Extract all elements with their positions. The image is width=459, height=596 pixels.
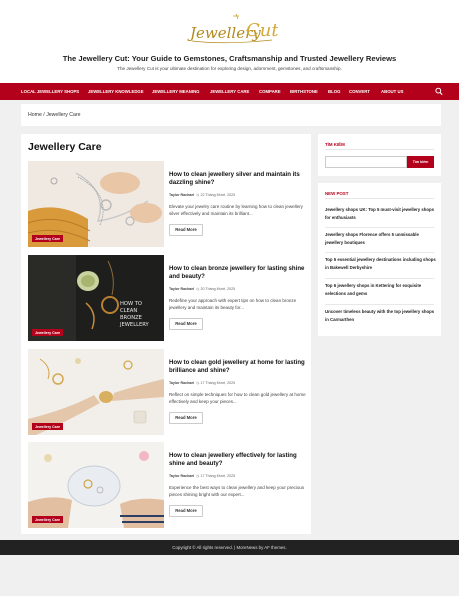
post-card: Jewellery Care How to clean gold jewelle… [28,349,306,437]
recent-post-link[interactable]: Top 5 essential jewellery destinations i… [325,256,437,272]
post-meta: Taylor Rachael ◷ 20 Tháng Mười, 2025 [169,287,235,291]
main-navigation: LOCAL JEWELLERY SHOPS JEWELLERY KNOWLEDG… [0,83,459,100]
post-author[interactable]: Taylor Rachael [169,193,194,197]
site-footer: Copyright © All rights reserved. | MoreN… [0,540,459,555]
nav-item-jewellery-meaning[interactable]: JEWELLERY MEANING [152,83,200,100]
read-more-button[interactable]: Read More [169,412,203,424]
post-title[interactable]: How to clean bronze jewellery for lastin… [169,265,309,281]
recent-post-link[interactable]: Jewellery shops UK: Top 5 must-visit jew… [325,206,437,222]
post-author[interactable]: Taylor Rachael [169,287,194,291]
post-meta: Taylor Rachael ◷ 17 Tháng Mười, 2025 [169,474,235,478]
post-thumbnail[interactable]: HOW TO CLEAN BRONZE JEWELLERY Jewellery … [28,255,164,341]
read-more-button[interactable]: Read More [169,224,203,236]
recent-post-link[interactable]: Uncover timeless beauty with the top jew… [325,308,437,324]
recent-post-link[interactable]: Top 6 jewellery shops in Kettering for e… [325,282,437,298]
category-archive: Jewellery Care Jewellery Care How to cle… [21,134,311,534]
nav-item-birthstone[interactable]: BIRTHSTONE [290,83,318,100]
breadcrumb-home-link[interactable]: Home [28,112,42,118]
post-excerpt: Elevate your jewelry care routine by lea… [169,204,303,217]
category-badge[interactable]: Jewellery Care [32,516,64,523]
category-badge[interactable]: Jewellery Care [32,423,64,430]
nav-item-jewellery-care[interactable]: JEWELLERY CARE [210,83,249,100]
post-date: 22 Tháng Mười, 2025 [200,193,236,197]
search-widget-title: TÌM KIẾM [325,142,345,147]
footer-copyright: Copyright © All rights reserved. | MoreN… [172,545,287,550]
recent-divider [325,227,434,228]
nav-item-about-us[interactable]: ABOUT US [381,83,403,100]
breadcrumb-separator: / [43,112,45,118]
post-card: Jewellery Care How to clean jewellery si… [28,161,304,249]
nav-item-blog[interactable]: BLOG [328,83,340,100]
post-date: 17 Tháng Mười, 2025 [200,381,236,385]
new-post-widget: NEW POST Jewellery shops UK: Top 5 must-… [318,183,441,336]
nav-item-compare[interactable]: COMPARE [259,83,281,100]
search-icon[interactable] [435,87,443,96]
svg-text:Cut: Cut [246,20,278,41]
post-meta: Taylor Rachael ◷ 22 Tháng Mười, 2025 [169,193,235,197]
recent-divider [325,252,434,253]
image-caption: HOW TO [120,301,142,307]
post-card: HOW TO CLEAN BRONZE JEWELLERY Jewellery … [28,255,304,343]
category-badge[interactable]: Jewellery Care [32,235,64,242]
nav-item-convert[interactable]: CONVERT [349,83,370,100]
post-excerpt: Redefine your approach with expert tips … [169,298,297,311]
post-card: Jewellery Care How to clean jewellery ef… [28,442,304,530]
post-excerpt: Reflect on simple techniques for how to … [169,392,306,405]
widget-divider [325,149,434,150]
post-excerpt: Experience the best ways to clean jewell… [169,485,305,498]
svg-text:BRONZE: BRONZE [120,315,142,321]
search-input[interactable] [325,156,407,168]
search-button[interactable]: Tìm kiếm [407,156,434,168]
read-more-button[interactable]: Read More [169,505,203,517]
post-title[interactable]: How to clean jewellery silver and mainta… [169,171,309,187]
recent-divider [325,304,434,305]
post-thumbnail[interactable]: Jewellery Care [28,442,164,528]
recent-divider [325,278,434,279]
post-author[interactable]: Taylor Rachael [169,381,194,385]
svg-text:CLEAN: CLEAN [120,308,137,314]
post-meta: Taylor Rachael ◷ 17 Tháng Mười, 2025 [169,381,235,385]
breadcrumb: Home / Jewellery Care [21,104,441,126]
search-widget: TÌM KIẾM Tìm kiếm [318,134,441,176]
post-author[interactable]: Taylor Rachael [169,474,194,478]
site-title: The Jewellery Cut: Your Guide to Gemston… [62,54,397,63]
new-post-title: NEW POST [325,191,349,196]
post-title[interactable]: How to clean gold jewellery at home for … [169,359,309,375]
breadcrumb-current: Jewellery Care [46,112,81,118]
post-thumbnail[interactable]: Jewellery Care [28,161,164,247]
site-description: The Jewellery Cut is your ultimate desti… [117,66,342,71]
nav-item-local-jewellery-shops[interactable]: LOCAL JEWELLERY SHOPS [21,83,79,100]
post-thumbnail[interactable]: Jewellery Care [28,349,164,435]
site-logo[interactable]: Jewellery Cut [186,12,278,48]
recent-post-link[interactable]: Jewellery shops Florence offers 5 unmiss… [325,231,437,247]
post-date: 17 Tháng Mười, 2025 [200,474,236,478]
post-title[interactable]: How to clean jewellery effectively for l… [169,452,309,468]
site-header: Jewellery Cut The Jewellery Cut: Your Gu… [0,0,459,83]
category-badge[interactable]: Jewellery Care [32,329,64,336]
svg-text:JEWELLERY: JEWELLERY [119,322,150,328]
widget-divider [325,198,434,199]
nav-item-jewellery-knowledge[interactable]: JEWELLERY KNOWLEDGE [88,83,144,100]
read-more-button[interactable]: Read More [169,318,203,330]
page-title: Jewellery Care [28,141,102,153]
post-date: 20 Tháng Mười, 2025 [200,287,236,291]
